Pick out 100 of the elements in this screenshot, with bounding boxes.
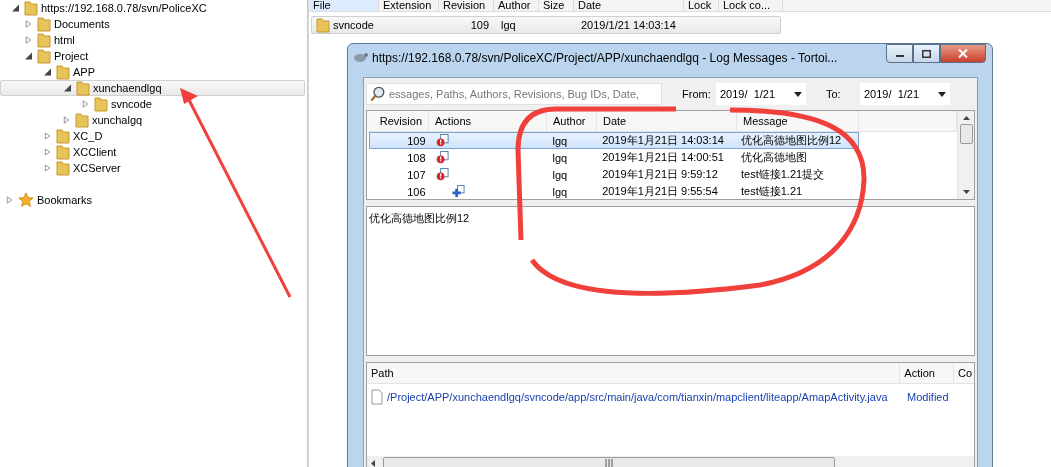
star-icon bbox=[18, 192, 34, 208]
collapse-icon[interactable] bbox=[25, 52, 32, 60]
column-header[interactable]: Revision bbox=[367, 111, 429, 131]
expand-icon[interactable] bbox=[25, 20, 32, 28]
expand-icon[interactable] bbox=[82, 100, 89, 108]
file-icon bbox=[371, 389, 383, 405]
tree-item[interactable]: https://192.168.0.78/svn/PoliceXC bbox=[41, 2, 207, 14]
scrollbar[interactable] bbox=[957, 111, 974, 199]
scrollbar[interactable] bbox=[367, 456, 974, 467]
tree-item[interactable]: xunchalgq bbox=[92, 114, 143, 126]
scroll-up-icon bbox=[962, 116, 970, 120]
column-header[interactable]: Extension bbox=[379, 0, 439, 11]
table-cell-text: lgq bbox=[500, 19, 517, 31]
table-cell-text: Modified bbox=[906, 391, 950, 403]
tree-item[interactable]: Bookmarks bbox=[37, 194, 93, 206]
table-cell-text: 106 bbox=[406, 185, 427, 198]
folder-icon bbox=[56, 128, 70, 144]
folder-icon bbox=[37, 32, 51, 48]
collapse-icon[interactable] bbox=[44, 68, 51, 76]
table-cell-text: 108 bbox=[406, 151, 427, 164]
to-date-picker[interactable]: 2019/ 1/21 bbox=[860, 83, 950, 105]
table-cell-text: 优化高德地图比例12 bbox=[740, 133, 843, 148]
table-cell-text: 2019年1月21日 9:55:54 bbox=[601, 184, 719, 199]
modified-icon bbox=[435, 168, 449, 181]
expand-icon[interactable] bbox=[25, 36, 32, 44]
folder-icon bbox=[76, 80, 90, 96]
column-header[interactable]: Size bbox=[539, 0, 574, 11]
modified-icon bbox=[435, 151, 449, 164]
column-header[interactable]: Revision bbox=[439, 0, 494, 11]
maximize-icon bbox=[922, 49, 931, 58]
table-cell-text: 2019/1/21 14:03:14 bbox=[580, 19, 677, 31]
column-header[interactable]: Date bbox=[574, 0, 684, 11]
table-cell-text: 优化高德地图 bbox=[740, 150, 808, 165]
table-cell-text: 109 bbox=[406, 134, 427, 147]
tree-item[interactable]: html bbox=[54, 34, 75, 46]
close-icon bbox=[958, 49, 968, 58]
tree-item[interactable]: XC_D bbox=[73, 130, 103, 142]
tree-item[interactable]: APP bbox=[73, 66, 95, 78]
log-row[interactable]: 108 lgq 2019年1月21日 14:00:51 优化高德地图 bbox=[369, 149, 859, 166]
folder-icon bbox=[24, 0, 38, 16]
column-header[interactable]: Author bbox=[547, 111, 597, 131]
table-cell-text: lgq bbox=[551, 168, 569, 181]
log-row[interactable]: 109 lgq 2019年1月21日 14:03:14 优化高德地图比例12 bbox=[369, 132, 859, 149]
folder-icon bbox=[56, 64, 70, 80]
tree-item[interactable]: svncode bbox=[111, 98, 152, 110]
collapse-icon[interactable] bbox=[64, 84, 71, 92]
file-row[interactable]: svncode 109 lgq 2019/1/21 14:03:14 bbox=[311, 16, 781, 34]
table-cell-text: 2019年1月21日 9:59:12 bbox=[601, 167, 719, 182]
window-title: https://192.168.0.78/svn/PoliceXC/Project/APP/xunchaendlgq - Log Messages - Tortoi... bbox=[372, 50, 838, 65]
close-button[interactable] bbox=[940, 44, 986, 63]
folder-icon bbox=[316, 17, 330, 33]
expand-icon[interactable] bbox=[44, 164, 51, 172]
column-header[interactable]: Path bbox=[367, 363, 901, 383]
table-cell-text: lgq bbox=[551, 134, 569, 147]
dropdown-icon bbox=[938, 91, 946, 97]
column-header[interactable]: Author bbox=[494, 0, 539, 11]
scroll-down-icon bbox=[962, 190, 970, 194]
dropdown-icon bbox=[794, 91, 802, 97]
expand-icon[interactable] bbox=[63, 116, 70, 124]
to-label: To: bbox=[826, 88, 842, 100]
column-header[interactable]: Message bbox=[737, 111, 859, 131]
grip-icon bbox=[604, 459, 614, 467]
column-header[interactable]: Lock bbox=[684, 0, 719, 11]
modified-icon bbox=[435, 134, 449, 147]
column-header[interactable]: Date bbox=[597, 111, 737, 131]
table-cell-text: 107 bbox=[406, 168, 427, 181]
search-icon bbox=[370, 86, 386, 102]
minimize-button[interactable] bbox=[886, 44, 913, 63]
tree-item[interactable]: XCClient bbox=[73, 146, 117, 158]
from-date-picker[interactable]: 2019/ 1/21 bbox=[716, 83, 806, 105]
table-cell: /Project/APP/xunchaendlgq/svncode/app/src/main/java/com/tianxin/mapclient/liteapp/AmapActivity.java bbox=[387, 391, 888, 403]
collapse-icon[interactable] bbox=[12, 4, 19, 12]
tree-item[interactable]: xunchaendlgq bbox=[93, 82, 162, 94]
expand-icon[interactable] bbox=[44, 148, 51, 156]
column-header[interactable]: Action bbox=[900, 363, 955, 383]
table-cell: svncode bbox=[333, 19, 374, 31]
maximize-button[interactable] bbox=[913, 44, 940, 63]
scroll-thumb[interactable] bbox=[959, 124, 973, 144]
log-row[interactable]: 107 lgq 2019年1月21日 9:59:12 test链接1.21提交 bbox=[369, 166, 859, 183]
column-header[interactable]: Co bbox=[954, 363, 974, 383]
folder-icon bbox=[37, 16, 51, 32]
table-cell-text: 2019年1月21日 14:00:51 bbox=[601, 150, 725, 165]
table-cell-text: 2019年1月21日 14:03:14 bbox=[601, 133, 725, 148]
tree-item[interactable]: XCServer bbox=[73, 162, 121, 174]
column-header[interactable]: Actions bbox=[429, 111, 547, 131]
folder-icon bbox=[75, 112, 89, 128]
tree-item[interactable]: Documents bbox=[54, 18, 110, 30]
table-cell-text: test链接1.21提交 bbox=[740, 167, 826, 182]
expand-icon[interactable] bbox=[44, 132, 51, 140]
tree-item[interactable]: Project bbox=[54, 50, 89, 62]
log-row[interactable]: 106 lgq 2019年1月21日 9:55:54 test链接1.21 bbox=[369, 183, 859, 199]
column-header[interactable]: Lock co... bbox=[719, 0, 783, 11]
column-header[interactable]: File bbox=[309, 0, 379, 11]
folder-icon bbox=[94, 96, 108, 112]
scroll-thumb[interactable] bbox=[383, 457, 835, 467]
expand-icon[interactable] bbox=[6, 196, 13, 204]
folder-icon bbox=[37, 48, 51, 64]
filter-field[interactable]: essages, Paths, Authors, Revisions, Bug IDs, Date, bbox=[366, 83, 662, 105]
folder-icon bbox=[56, 160, 70, 176]
table-cell-text: test链接1.21 bbox=[740, 184, 804, 199]
